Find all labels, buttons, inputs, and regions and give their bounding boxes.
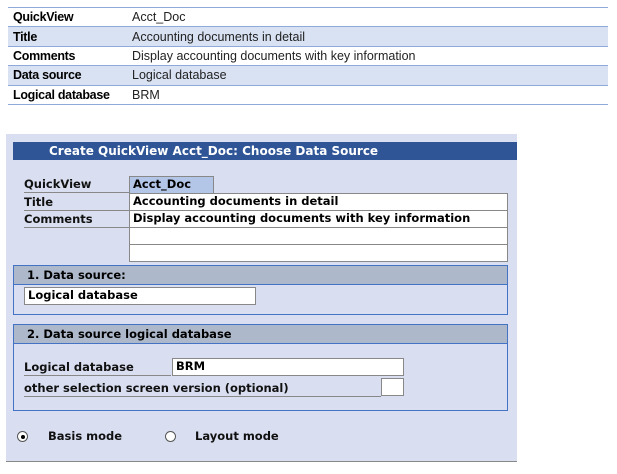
summary-table: QuickView Acct_Doc Title Accounting docume… [8,7,608,105]
version-input[interactable] [381,378,404,396]
comments-label: Comments [24,211,129,228]
row-label: QuickView [13,10,74,25]
dialog-title-bar: Create QuickView Acct_Doc: Choose Data S… [13,142,517,160]
row-value: Display accounting documents with key in… [132,48,416,63]
dialog-title: Create QuickView Acct_Doc: Choose Data S… [49,144,379,158]
data-source-field[interactable]: Logical database [24,287,256,305]
ldb-label: Logical database [24,359,171,376]
table-row: Data source Logical database [8,66,608,86]
comments-input-line1[interactable]: Display accounting documents with key in… [129,210,508,228]
version-label: other selection screen version (optional… [24,380,381,397]
basis-mode-radio[interactable] [17,431,28,442]
table-row: Comments Display accounting documents wit… [8,47,608,67]
quickview-label: QuickView [24,176,129,193]
logical-database-section: 2. Data source logical database Logical … [13,324,508,411]
table-row: Logical database BRM [8,86,608,105]
row-value: Acct_Doc [132,10,186,25]
row-label: Title [13,29,37,44]
table-row: Title Accounting documents in detail [8,27,608,47]
section-heading: 2. Data source logical database [14,325,507,344]
row-label: Comments [13,48,76,63]
row-label: Logical database [13,87,110,102]
data-source-section: 1. Data source: Logical database [13,265,508,315]
section-heading: 1. Data source: [14,266,507,285]
basis-mode-label[interactable]: Basis mode [48,429,122,443]
comments-input-line2[interactable] [129,227,508,245]
row-value: Logical database [132,68,227,83]
quickview-field: Acct_Doc [129,176,214,194]
layout-mode-radio[interactable] [165,431,176,442]
row-value: BRM [132,87,160,102]
title-input[interactable]: Accounting documents in detail [129,193,508,211]
layout-mode-label[interactable]: Layout mode [195,429,279,443]
row-label: Data source [13,68,82,83]
title-label: Title [24,194,129,211]
table-row: QuickView Acct_Doc [8,8,608,28]
row-value: Accounting documents in detail [132,29,306,44]
comments-input-line3[interactable] [129,244,508,262]
ldb-input[interactable]: BRM [172,358,404,376]
